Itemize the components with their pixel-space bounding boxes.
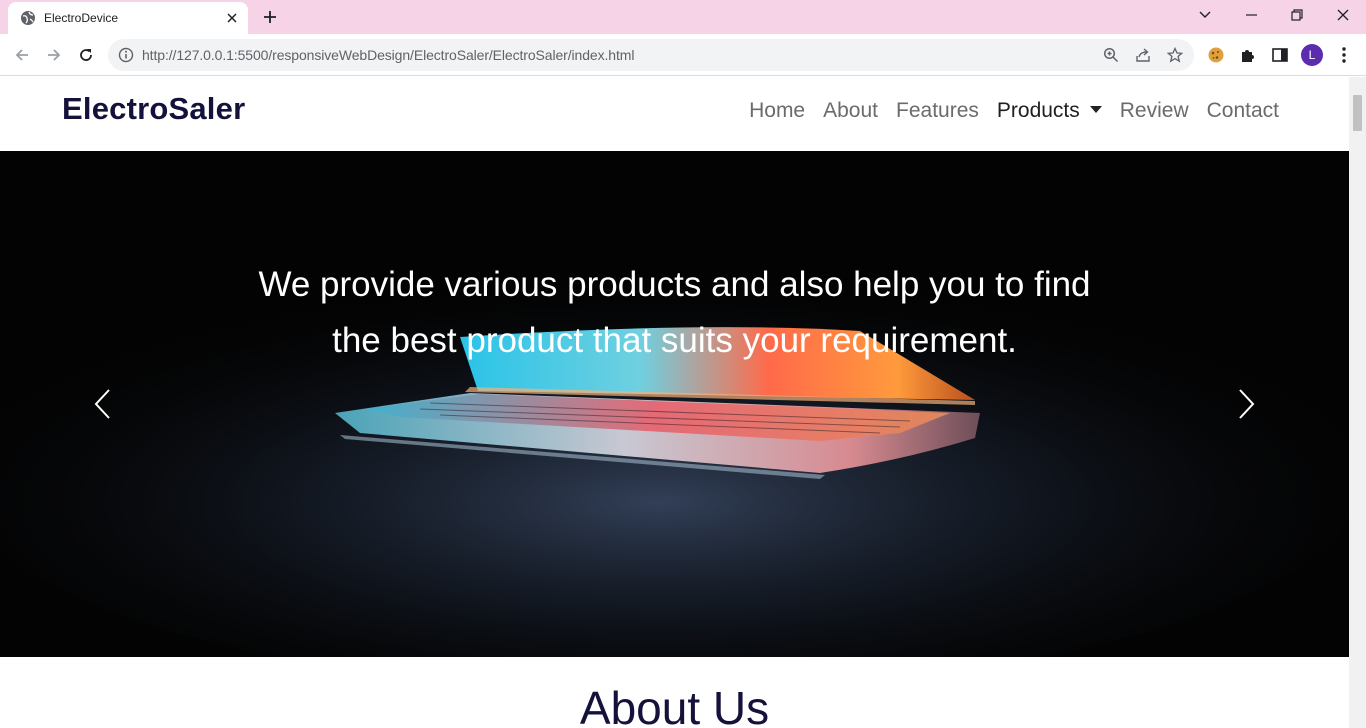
carousel-prev-button[interactable]	[90, 386, 114, 422]
close-tab-icon[interactable]	[224, 10, 240, 26]
tab-title: ElectroDevice	[44, 11, 119, 25]
share-icon[interactable]	[1135, 47, 1151, 63]
url-text[interactable]: http://127.0.0.1:5500/responsiveWebDesig…	[142, 47, 634, 63]
hero-caption-line-1: We provide various products and also hel…	[258, 265, 1091, 304]
tab-strip: ElectroDevice	[0, 0, 1366, 34]
caret-down-icon	[1089, 105, 1102, 113]
about-section-title: About Us	[579, 682, 770, 728]
zoom-icon[interactable]	[1103, 47, 1119, 63]
site-brand[interactable]: ElectroSaler	[62, 91, 245, 127]
close-window-button[interactable]	[1320, 0, 1366, 30]
page-viewport: ElectroSaler Home About Features Product…	[0, 77, 1349, 728]
nav-contact[interactable]: Contact	[1207, 99, 1279, 123]
nav-features[interactable]: Features	[896, 99, 979, 123]
tab-search-icon[interactable]	[1182, 0, 1228, 30]
scrollbar-thumb[interactable]	[1353, 95, 1362, 131]
forward-button[interactable]	[40, 41, 68, 69]
globe-icon	[20, 10, 36, 26]
browser-tab[interactable]: ElectroDevice	[8, 2, 248, 34]
new-tab-button[interactable]	[258, 5, 282, 29]
carousel-next-button[interactable]	[1235, 386, 1259, 422]
browser-menu-icon[interactable]	[1334, 45, 1354, 65]
bookmark-star-icon[interactable]	[1167, 47, 1183, 63]
minimize-button[interactable]	[1228, 0, 1274, 30]
site-navbar: ElectroSaler Home About Features Product…	[0, 77, 1349, 151]
extensions-puzzle-icon[interactable]	[1238, 45, 1258, 65]
reload-button[interactable]	[72, 41, 100, 69]
back-button[interactable]	[8, 41, 36, 69]
nav-products-label: Products	[996, 99, 1080, 122]
chevron-right-icon	[1239, 389, 1255, 419]
cookie-extension-icon[interactable]	[1206, 45, 1226, 65]
browser-toolbar: http://127.0.0.1:5500/responsiveWebDesig…	[0, 34, 1366, 76]
nav-links: Home About Features Products Review Cont…	[731, 99, 1279, 123]
nav-review[interactable]: Review	[1120, 99, 1189, 123]
side-panel-icon[interactable]	[1270, 45, 1290, 65]
nav-products-dropdown[interactable]: Products	[997, 99, 1102, 123]
site-info-icon[interactable]	[118, 47, 134, 63]
hero-caption: We provide various products and also hel…	[0, 257, 1349, 369]
nav-home[interactable]: Home	[749, 99, 805, 123]
profile-avatar[interactable]: L	[1301, 44, 1323, 66]
hero-carousel: We provide various products and also hel…	[0, 151, 1349, 657]
hero-caption-line-2: the best product that suits your require…	[332, 321, 1017, 360]
nav-about[interactable]: About	[823, 99, 878, 123]
laptop-hero-image	[0, 151, 1349, 657]
restore-button[interactable]	[1274, 0, 1320, 30]
page-scrollbar[interactable]	[1349, 77, 1366, 728]
address-bar[interactable]: http://127.0.0.1:5500/responsiveWebDesig…	[108, 39, 1194, 71]
chevron-left-icon	[94, 389, 110, 419]
